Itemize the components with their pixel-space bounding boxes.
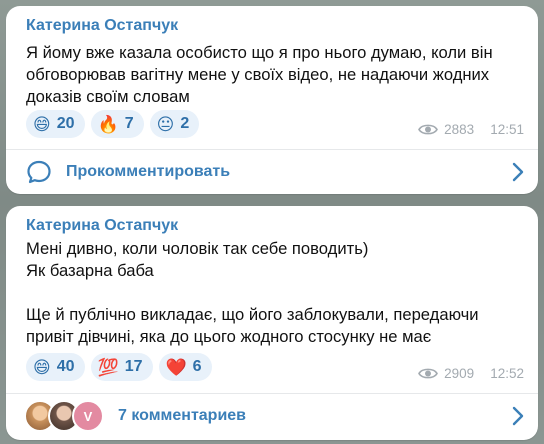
- reaction-grin[interactable]: 😄 20: [26, 110, 85, 138]
- chevron-right-icon: [512, 406, 524, 431]
- reactions-bar: 😄 20 🔥 7 😐 2: [26, 110, 200, 138]
- reaction-count: 17: [124, 358, 143, 375]
- comments-count-label: 7 комментариев: [118, 407, 247, 424]
- reaction-grin[interactable]: 😄 40: [26, 353, 85, 381]
- view-count: 2883: [444, 122, 475, 137]
- commenter-avatars: V: [24, 400, 104, 432]
- reaction-count: 2: [180, 115, 190, 132]
- sender-name[interactable]: Катерина Остапчук: [26, 217, 178, 235]
- message-bubble: Катерина Остапчук Мені дивно, коли чолов…: [6, 206, 538, 440]
- chevron-right-icon: [512, 162, 524, 187]
- timestamp: 12:52: [490, 366, 524, 381]
- message-meta: 2909 12:52: [418, 366, 524, 381]
- comments-button[interactable]: V 7 комментариев: [6, 394, 538, 438]
- neutral-face-emoji-icon: 😐: [156, 114, 175, 134]
- message-text: Мені дивно, коли чоловік так себе поводи…: [26, 239, 479, 346]
- reactions-bar: 😄 40 💯 17 ❤️ 6: [26, 353, 212, 381]
- comment-button-label: Прокомментировать: [66, 163, 231, 180]
- sender-name[interactable]: Катерина Остапчук: [26, 17, 178, 35]
- reaction-count: 20: [56, 115, 75, 132]
- reaction-count: 40: [56, 358, 75, 375]
- reaction-count: 7: [124, 115, 134, 132]
- reaction-count: 6: [192, 358, 202, 375]
- comment-button[interactable]: Прокомментировать: [6, 150, 538, 194]
- message-meta: 2883 12:51: [418, 122, 524, 137]
- message-bubble: Катерина Остапчук Я йому вже казала особ…: [6, 6, 538, 194]
- avatar: V: [72, 400, 104, 432]
- view-count: 2909: [444, 366, 475, 381]
- timestamp: 12:51: [490, 122, 524, 137]
- reaction-heart[interactable]: ❤️ 6: [158, 353, 212, 381]
- comment-icon: [26, 159, 52, 185]
- reaction-fire[interactable]: 🔥 7: [90, 110, 144, 138]
- reaction-neutral[interactable]: 😐 2: [149, 110, 200, 138]
- fire-emoji-icon: 🔥: [97, 114, 119, 134]
- message-text: Я йому вже казала особисто що я про ньог…: [26, 43, 493, 106]
- eye-icon: [418, 367, 439, 380]
- eye-icon: [418, 123, 439, 136]
- reaction-hundred[interactable]: 💯 17: [90, 353, 153, 381]
- hundred-emoji-icon: 💯: [97, 357, 119, 377]
- heart-emoji-icon: ❤️: [165, 357, 187, 377]
- grin-emoji-icon: 😄: [33, 114, 51, 134]
- grin-emoji-icon: 😄: [33, 357, 51, 377]
